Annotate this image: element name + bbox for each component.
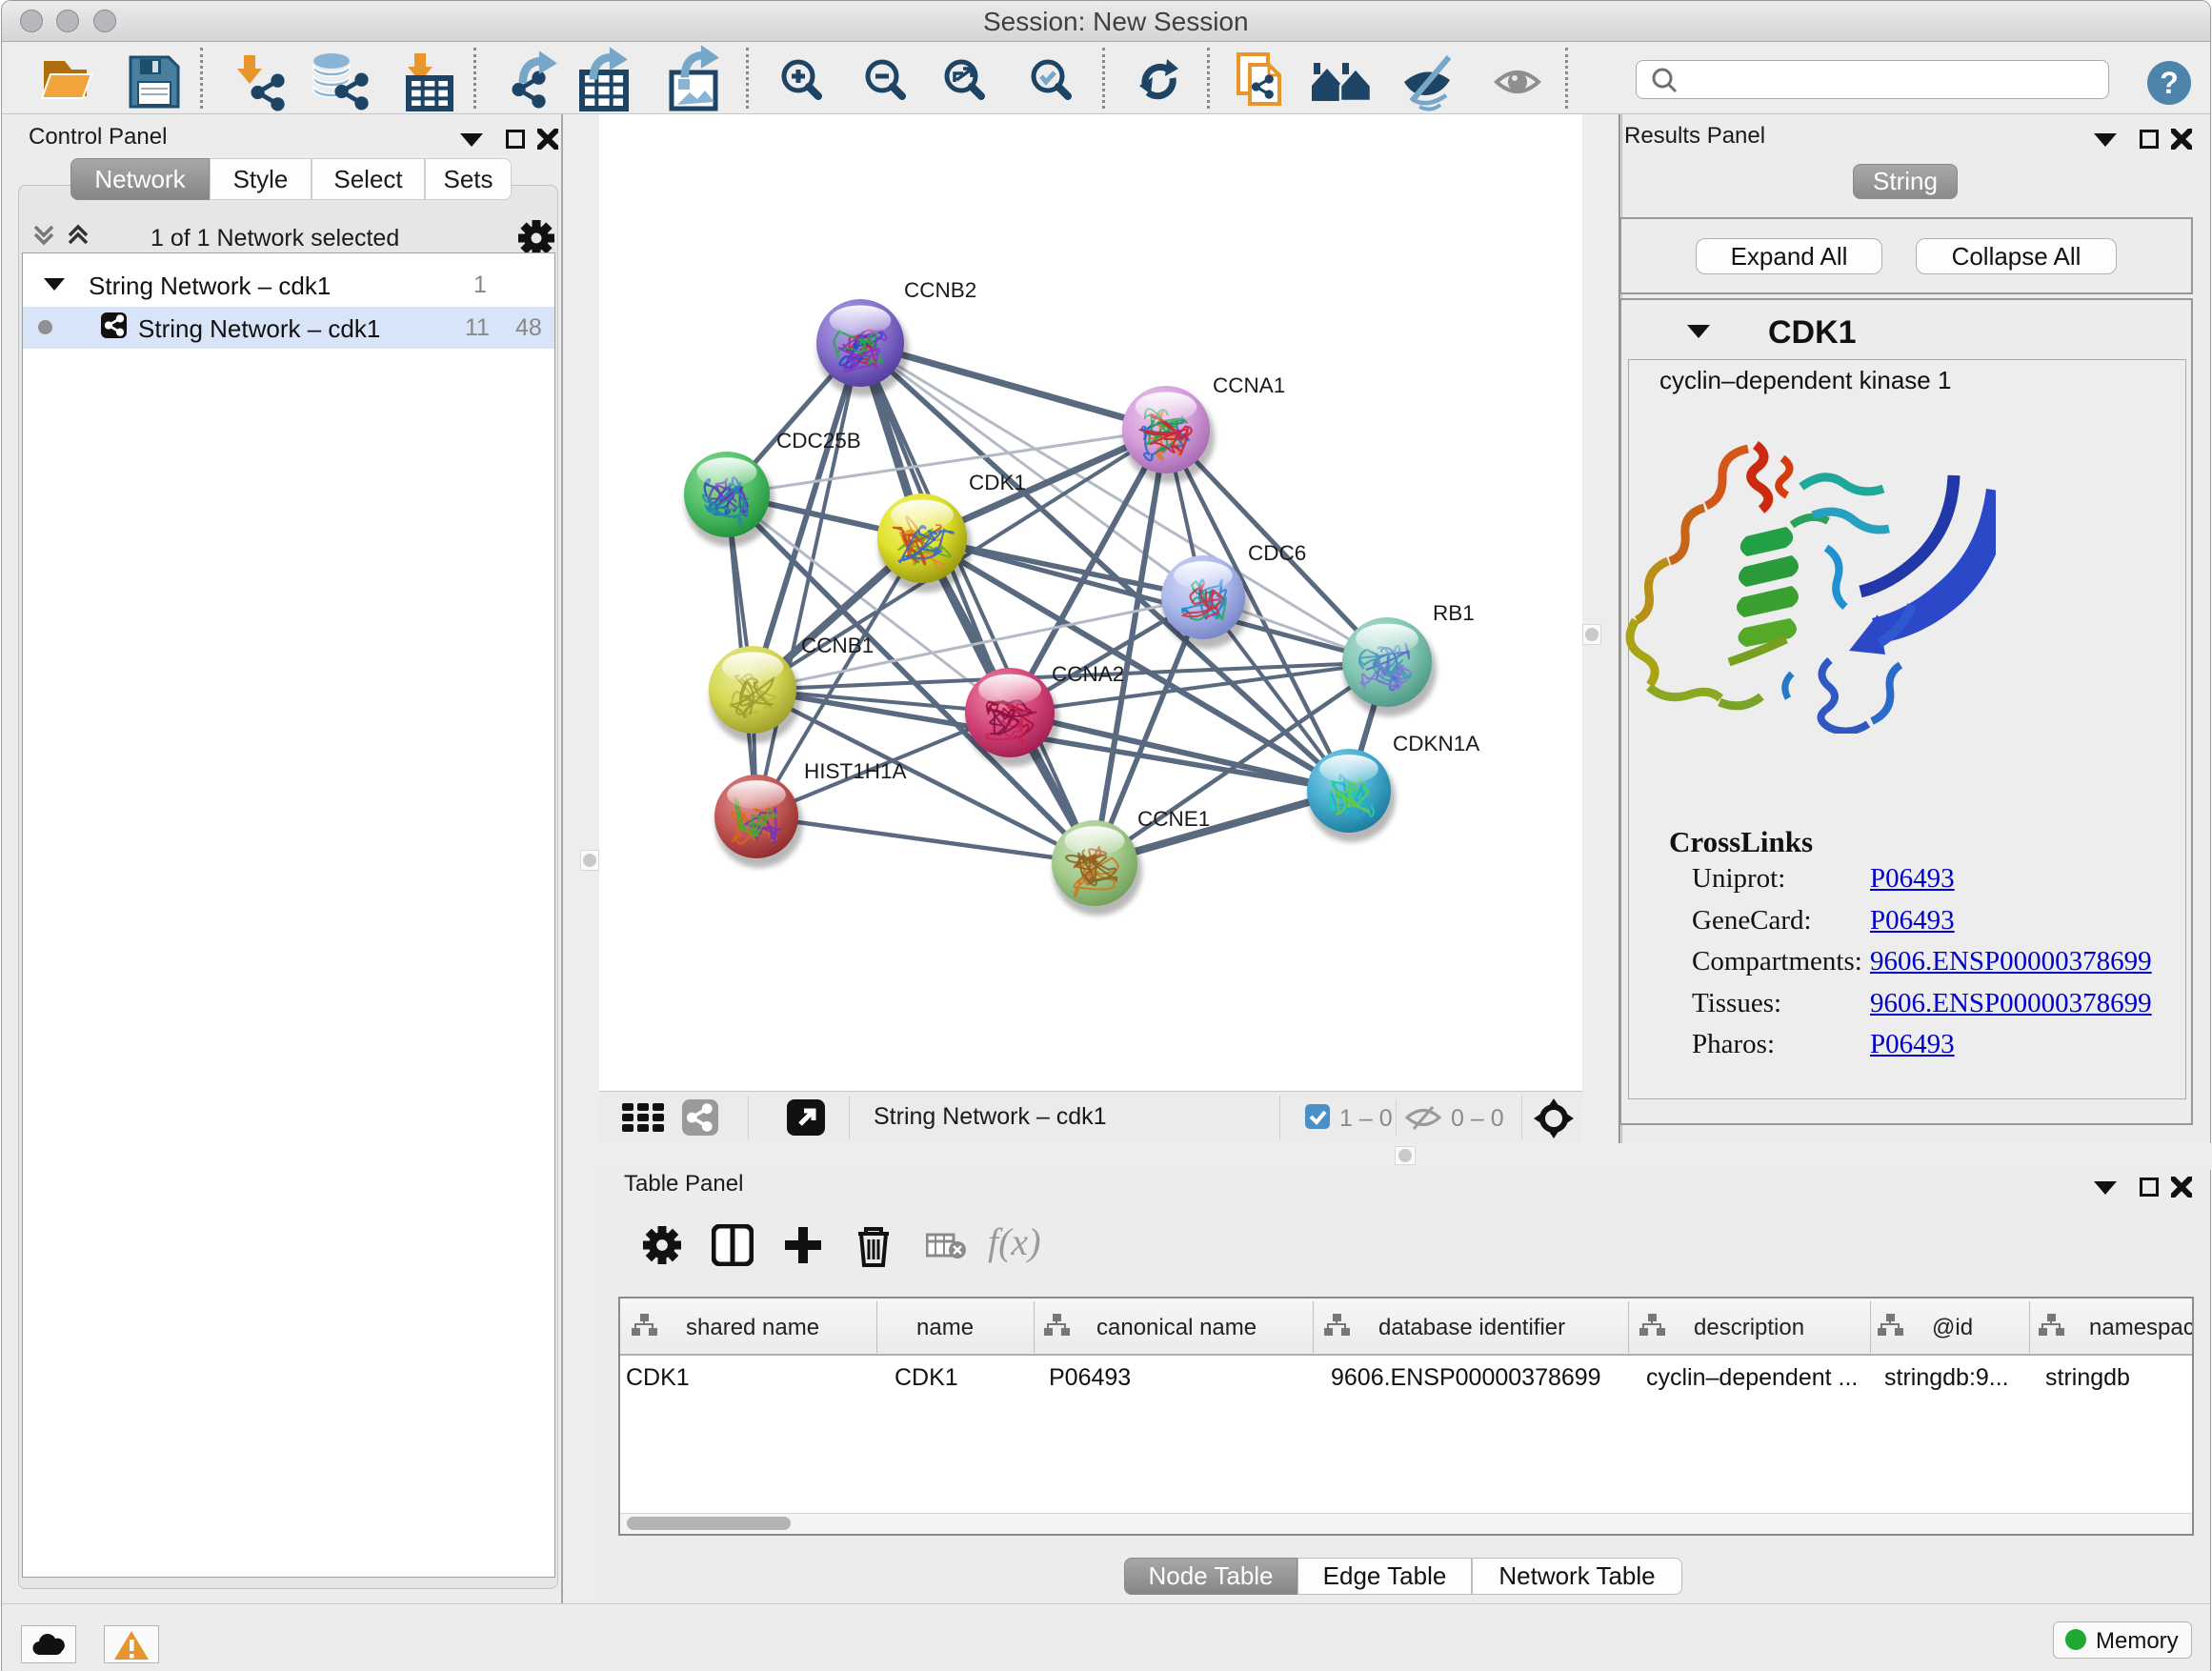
- svg-text:CDC25B: CDC25B: [776, 429, 861, 453]
- svg-text:RB1: RB1: [1433, 601, 1475, 625]
- svg-text:CDKN1A: CDKN1A: [1393, 732, 1479, 755]
- svg-text:CCNA2: CCNA2: [1052, 662, 1124, 686]
- svg-text:CCNA1: CCNA1: [1213, 373, 1285, 397]
- svg-text:HIST1H1A: HIST1H1A: [804, 759, 907, 783]
- svg-text:CDC6: CDC6: [1248, 541, 1306, 565]
- svg-text:CDK1: CDK1: [969, 471, 1026, 494]
- svg-text:CCNB2: CCNB2: [904, 278, 976, 302]
- svg-text:CCNE1: CCNE1: [1137, 807, 1210, 831]
- svg-text:CCNB1: CCNB1: [801, 634, 874, 657]
